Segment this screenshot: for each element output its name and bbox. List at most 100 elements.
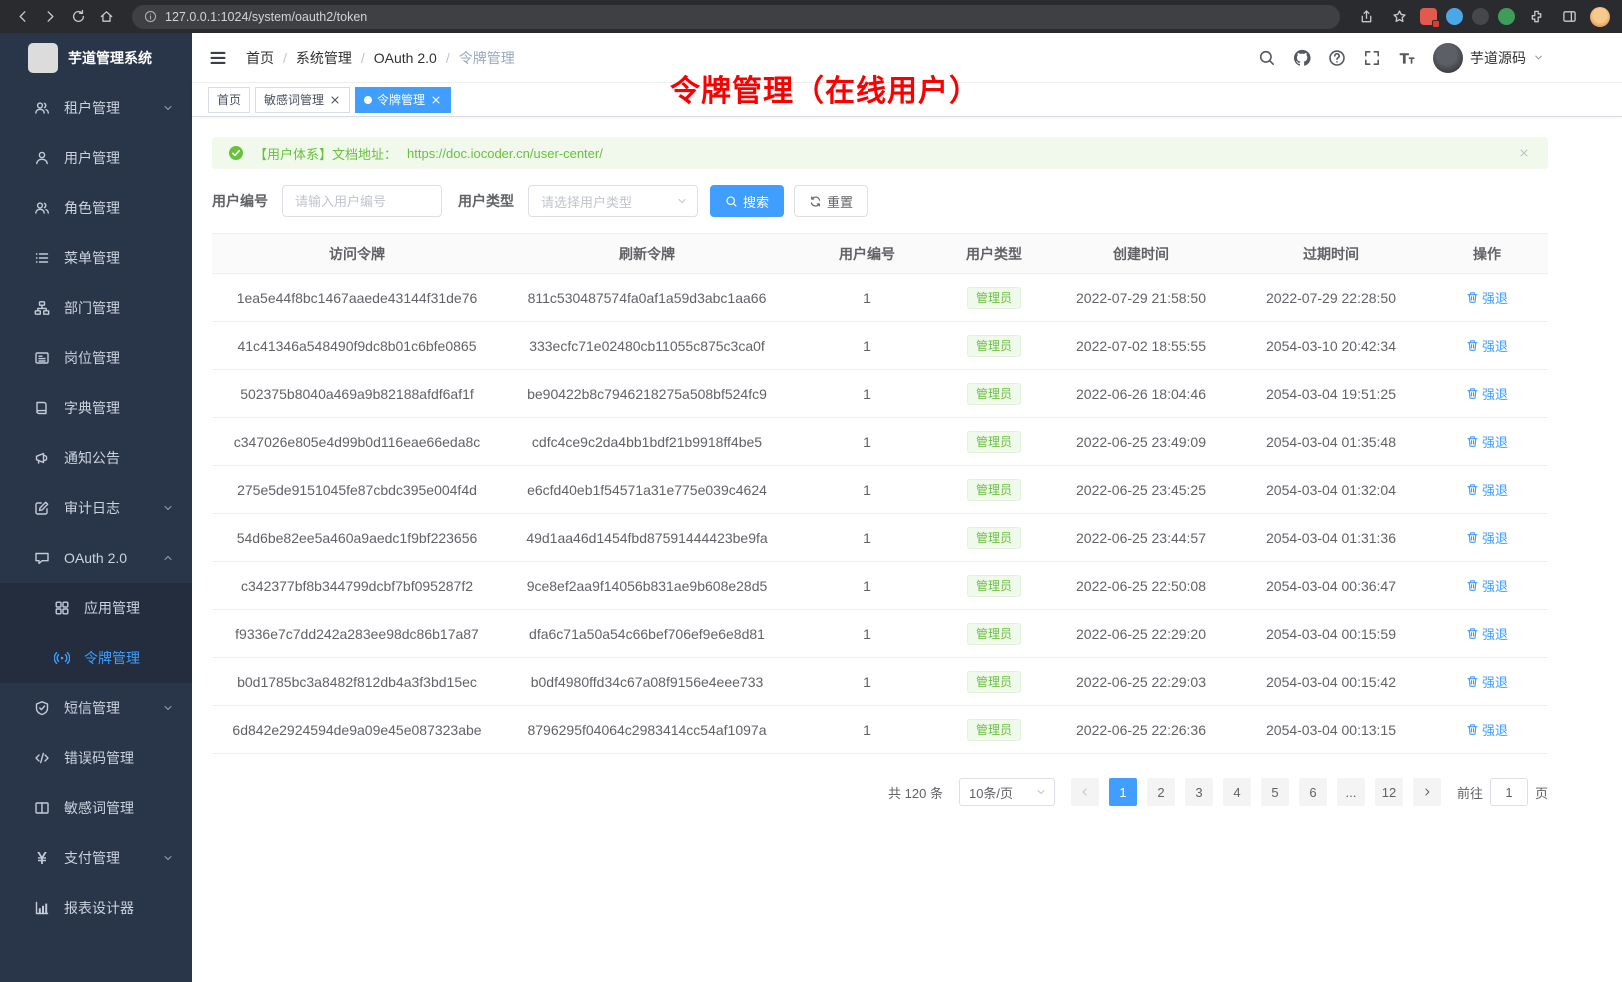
access-token-cell: b0d1785bc3a8482f812db4a3f3bd15ec <box>212 674 502 690</box>
create-time-cell: 2022-07-29 21:58:50 <box>1046 290 1236 306</box>
browser-back-icon[interactable] <box>10 5 34 29</box>
browser-profile-avatar[interactable] <box>1590 7 1610 27</box>
extension-icon[interactable] <box>1446 8 1463 25</box>
user-menu[interactable]: 芋道源码 <box>1433 43 1544 73</box>
sidebar-item-label: 敏感词管理 <box>64 798 134 818</box>
sidebar-item[interactable]: 敏感词管理 <box>0 783 192 833</box>
extensions-puzzle-icon[interactable] <box>1524 5 1548 29</box>
tab[interactable]: 令牌管理 <box>355 87 451 113</box>
page-number-button[interactable]: 5 <box>1261 778 1289 806</box>
chevron-down-icon <box>676 195 688 207</box>
sidebar-item-label: 短信管理 <box>64 698 120 718</box>
force-logout-button[interactable]: 强退 <box>1466 384 1508 403</box>
tab[interactable]: 敏感词管理 <box>255 87 350 113</box>
sidebar-item[interactable]: 应用管理 <box>0 583 192 633</box>
access-token-cell: c347026e805e4d99b0d116eae66eda8c <box>212 434 502 450</box>
breadcrumb-item[interactable]: 首页 <box>246 48 274 68</box>
page-number-button[interactable]: 12 <box>1375 778 1403 806</box>
sidebar-item[interactable]: 支付管理 <box>0 833 192 883</box>
alert-close-icon[interactable] <box>1518 147 1530 159</box>
force-logout-button[interactable]: 强退 <box>1466 672 1508 691</box>
force-logout-button[interactable]: 强退 <box>1466 480 1508 499</box>
table-row: f9336e7c7dd242a283ee98dc86b17a87 dfa6c71… <box>212 610 1548 658</box>
user-type-tag: 管理员 <box>967 431 1021 453</box>
force-logout-button[interactable]: 强退 <box>1466 288 1508 307</box>
user-id-label: 用户编号 <box>212 191 268 211</box>
sidebar-item[interactable]: OAuth 2.0 <box>0 533 192 583</box>
page-number-button[interactable]: 1 <box>1109 778 1137 806</box>
force-logout-button[interactable]: 强退 <box>1466 576 1508 595</box>
sidebar-item[interactable]: 菜单管理 <box>0 233 192 283</box>
side-panel-icon[interactable] <box>1557 5 1581 29</box>
breadcrumb-separator: / <box>446 50 450 66</box>
force-logout-button[interactable]: 强退 <box>1466 720 1508 739</box>
force-logout-button[interactable]: 强退 <box>1466 528 1508 547</box>
share-icon[interactable] <box>1354 5 1378 29</box>
tab[interactable]: 首页 <box>208 87 250 113</box>
force-logout-button[interactable]: 强退 <box>1466 336 1508 355</box>
bookmark-star-icon[interactable] <box>1387 5 1411 29</box>
font-size-icon[interactable] <box>1398 49 1416 67</box>
sidebar-item[interactable]: 短信管理 <box>0 683 192 733</box>
sidebar-item[interactable]: 用户管理 <box>0 133 192 183</box>
breadcrumb-item[interactable]: OAuth 2.0 <box>374 50 437 66</box>
doc-link[interactable]: https://doc.iocoder.cn/user-center/ <box>407 146 603 161</box>
chevron-down-icon <box>1533 52 1544 63</box>
page-number-button[interactable]: 4 <box>1223 778 1251 806</box>
user-type-cell: 管理员 <box>942 671 1046 693</box>
expire-time-cell: 2054-03-04 01:32:04 <box>1236 482 1426 498</box>
help-icon[interactable] <box>1328 49 1346 67</box>
page-number-button[interactable]: 3 <box>1185 778 1213 806</box>
extension-icon[interactable] <box>1498 8 1515 25</box>
sidebar-item[interactable]: 通知公告 <box>0 433 192 483</box>
sidebar-item[interactable]: 角色管理 <box>0 183 192 233</box>
breadcrumb-item[interactable]: 系统管理 <box>296 48 352 68</box>
sidebar-item[interactable]: 租户管理 <box>0 83 192 133</box>
sidebar-item[interactable]: 字典管理 <box>0 383 192 433</box>
table-column-header: 过期时间 <box>1236 244 1426 264</box>
trash-icon <box>1466 675 1479 688</box>
prev-page-button[interactable] <box>1071 778 1099 806</box>
sidebar-item[interactable]: 错误码管理 <box>0 733 192 783</box>
user-id-input[interactable] <box>282 185 442 217</box>
main-area: 首页 / 系统管理 / OAuth 2.0 / 令牌管理 / <box>192 33 1622 982</box>
page-number-button[interactable]: ... <box>1337 778 1365 806</box>
user-type-tag: 管理员 <box>967 575 1021 597</box>
reset-button[interactable]: 重置 <box>794 185 868 217</box>
sidebar-toggle-icon[interactable] <box>208 48 228 68</box>
list-icon <box>34 250 50 266</box>
sidebar-item[interactable]: 报表设计器 <box>0 883 192 933</box>
sidebar-item[interactable]: 岗位管理 <box>0 333 192 383</box>
expire-time-cell: 2054-03-04 00:15:42 <box>1236 674 1426 690</box>
user-id-cell: 1 <box>792 674 942 690</box>
alert-text: 【用户体系】文档地址： <box>254 144 397 163</box>
github-icon[interactable] <box>1293 49 1311 67</box>
force-logout-button[interactable]: 强退 <box>1466 624 1508 643</box>
page-number-button[interactable]: 2 <box>1147 778 1175 806</box>
sidebar-item-label: 租户管理 <box>64 98 120 118</box>
sidebar-item[interactable]: 令牌管理 <box>0 633 192 683</box>
goto-page-input[interactable] <box>1490 778 1528 806</box>
browser-forward-icon[interactable] <box>38 5 62 29</box>
edit-icon <box>34 500 50 516</box>
page-number-button[interactable]: 6 <box>1299 778 1327 806</box>
sidebar-item[interactable]: 部门管理 <box>0 283 192 333</box>
user-type-select[interactable]: 请选择用户类型 <box>528 185 698 217</box>
address-bar[interactable]: 127.0.0.1:1024/system/oauth2/token <box>132 5 1340 29</box>
force-logout-button[interactable]: 强退 <box>1466 432 1508 451</box>
browser-reload-icon[interactable] <box>66 5 90 29</box>
force-logout-label: 强退 <box>1482 480 1508 499</box>
refresh-token-cell: cdfc4ce9c2da4bb1bdf21b9918ff4be5 <box>502 434 792 450</box>
search-icon[interactable] <box>1258 49 1276 67</box>
browser-home-icon[interactable] <box>94 5 118 29</box>
extension-icon[interactable] <box>1472 8 1489 25</box>
next-page-button[interactable] <box>1413 778 1441 806</box>
search-button[interactable]: 搜索 <box>710 185 784 217</box>
page-size-select[interactable]: 10条/页 <box>959 778 1055 806</box>
table-row: 1ea5e44f8bc1467aaede43144f31de76 811c530… <box>212 274 1548 322</box>
extension-icon[interactable] <box>1420 8 1437 25</box>
sidebar-item[interactable]: 审计日志 <box>0 483 192 533</box>
fullscreen-icon[interactable] <box>1363 49 1381 67</box>
close-icon[interactable] <box>329 94 341 106</box>
close-icon[interactable] <box>430 94 442 106</box>
